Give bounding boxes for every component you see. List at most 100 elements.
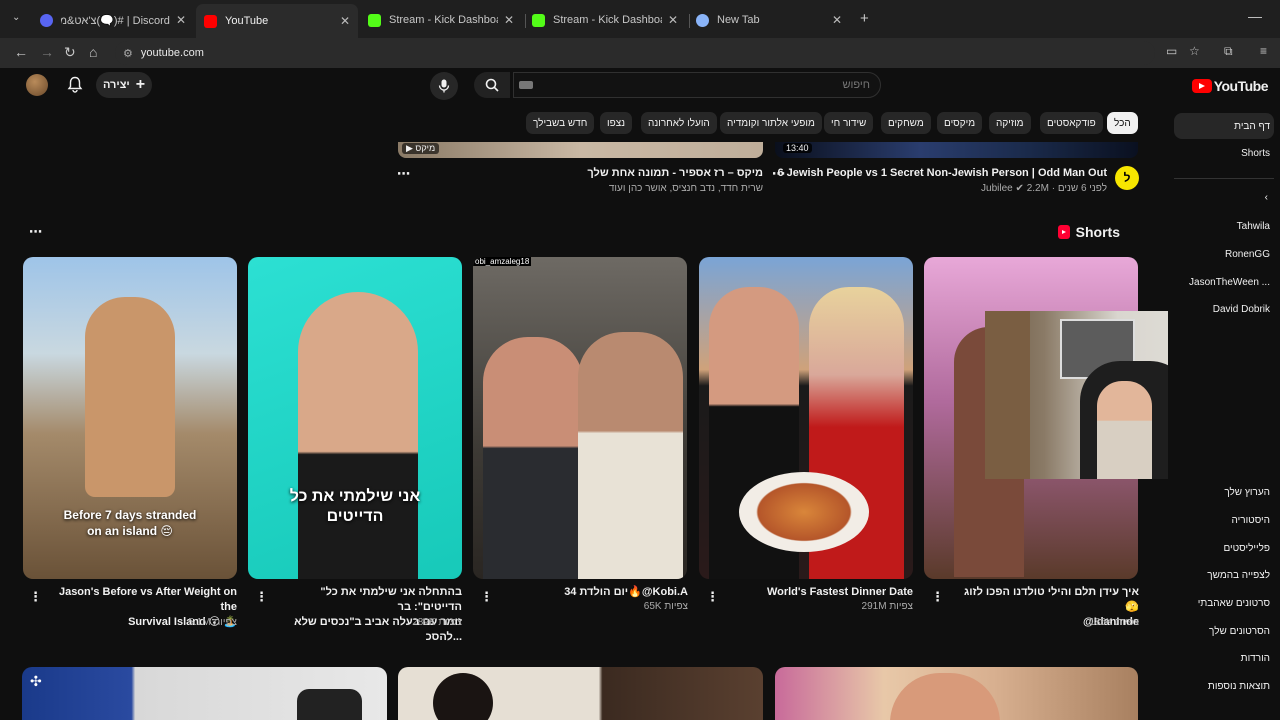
channel-avatar[interactable]: ל [1115,166,1139,190]
new-tab-icon[interactable]: + [860,10,869,27]
chip-gaming[interactable]: משחקים [881,112,931,134]
short-thumbnail-dinner-date[interactable] [699,257,913,579]
chip-new-to-you[interactable]: חדש בשבילך [526,112,595,134]
short-overlay-text: Before 7 days stranded on an island 😔 [63,508,197,538]
chip-label: נצפו [607,117,626,129]
chip-all[interactable]: הכל [1107,112,1138,134]
tab-kick-dashboard-2[interactable]: Stream - Kick Dashboard ✕ [524,8,686,32]
more-options-icon[interactable]: ⋯ [29,224,42,240]
sidebar-item-your-videos[interactable]: הסרטונים שלך [1209,626,1270,637]
chip-label: מוזיקה [996,117,1024,129]
chip-recently-uploaded[interactable]: הועלו לאחרונה [641,112,717,134]
sidebar-sub-ronengg[interactable]: RonenGG [1225,249,1270,260]
more-options-icon[interactable]: ⋯ [772,166,785,182]
sidebar-item-your-channel[interactable]: הערוץ שלך [1224,487,1270,498]
chip-live[interactable]: שידור חי [824,112,874,134]
bookmark-star-icon[interactable]: ☆ [1189,44,1200,58]
voice-search-button[interactable] [430,72,458,100]
sidebar-sub-tahwila[interactable]: Tahwila [1237,221,1270,232]
more-options-icon[interactable]: ⋮ [931,589,944,605]
webcam-door [985,311,1030,479]
mix-badge: ▶ מיקס [402,143,440,154]
chip-label: חדש בשבילך [533,117,588,129]
video-title[interactable]: מיקס – רז אספיר - תמונה אחת שלך [587,167,763,179]
keyboard-icon[interactable] [519,81,533,89]
chip-music[interactable]: מוזיקה [989,112,1031,134]
chip-podcasts[interactable]: פודקאסטים [1040,112,1103,134]
mix-badge-label: מיקס [415,143,436,153]
sidebar-sub-david-dobrik[interactable]: David Dobrik [1213,304,1270,315]
address-bar[interactable]: ⚙ youtube.com [115,41,1155,65]
search-box[interactable] [513,72,881,98]
video-title[interactable]: 6 Jewish People vs 1 Secret Non-Jewish P… [777,167,1107,179]
close-icon[interactable]: ✕ [504,13,514,27]
more-options-icon[interactable]: ⋯ [397,166,410,182]
close-icon[interactable]: ✕ [668,13,678,27]
more-options-icon[interactable]: ⋮ [29,589,42,605]
tab-title: Discord | #⁠(🗨️)צ'אט&מימס [61,14,170,27]
tab-youtube[interactable]: YouTube ✕ [196,4,358,38]
tab-title: New Tab [717,14,760,26]
reload-icon[interactable]: ↻ [64,44,76,61]
more-options-icon[interactable]: ⋮ [255,589,268,605]
short-thumbnail-bar-zomer[interactable]: אני שילמתי את כל הדייטים [248,257,462,579]
video-thumbnail[interactable] [398,667,763,720]
sidebar-item-home[interactable]: דף הבית [1234,121,1270,132]
kick-icon [368,13,381,27]
youtube-logo-icon [1191,79,1212,93]
video-thumbnail[interactable]: ✣ [22,667,387,720]
sidebar-item-watch-later[interactable]: לצפייה בהמשך [1207,570,1270,581]
notifications-button[interactable] [67,76,83,96]
sidebar-item-shorts[interactable]: Shorts [1241,148,1270,159]
video-meta: שרית חדד, נדב חנציס, אושר כהן ועוד [608,183,763,194]
tab-search-icon[interactable]: ⌄ [12,12,20,23]
back-icon[interactable]: ← [14,44,28,60]
sidebar-item-history[interactable]: היסטוריה [1232,515,1271,526]
chevron-left-icon[interactable]: ‹ [1265,192,1268,203]
youtube-page: YouTube יצירה + הכל פודקאסטים מוזיקה מיק… [0,68,1280,720]
short-title[interactable]: יום הולדת 34🔥@Kobi.A [498,585,688,600]
more-options-icon[interactable]: ⋮ [480,589,493,605]
create-button[interactable]: יצירה + [96,72,152,98]
sidebar-item-downloads[interactable]: הורדות [1241,653,1270,664]
account-avatar[interactable] [26,74,48,96]
close-icon[interactable]: ✕ [832,13,842,27]
sidebar-item-show-more[interactable]: תוצאות נוספות [1208,681,1270,692]
chip-label: מיקסים [944,117,976,129]
menu-icon[interactable]: ≡ [1260,44,1267,58]
search-input[interactable] [514,73,880,97]
search-button[interactable] [474,72,510,98]
short-title[interactable]: "בהתחלה אני שילמתי את כל הדייטים": בר זו… [272,585,462,645]
short-thumbnail-kobi[interactable]: obi_amzaleg18 [473,257,687,579]
tab-new-tab[interactable]: New Tab ✕ [688,8,850,32]
close-icon[interactable]: ✕ [340,14,350,28]
search-icon [485,78,499,92]
more-options-icon[interactable]: ⋮ [706,589,719,605]
close-icon[interactable]: ✕ [176,13,186,27]
forward-icon[interactable]: → [40,44,54,60]
short-thumbnail-jason[interactable]: Before 7 days stranded on an island 😔 [23,257,237,579]
short-handle: obi_amzaleg18 [473,257,532,266]
tab-discord[interactable]: Discord | #⁠(🗨️)צ'אט&מימס ✕ [32,8,194,32]
video-thumbnail[interactable]: 13:40 [775,142,1138,158]
chip-label: הכל [1114,117,1131,129]
site-info-icon[interactable]: ⚙ [123,47,133,60]
chip-mixes[interactable]: מיקסים [937,112,983,134]
chip-watched[interactable]: נצפו [600,112,633,134]
video-thumbnail[interactable]: ▶ מיקס [398,142,763,158]
tab-kick-dashboard-1[interactable]: Stream - Kick Dashboard ✕ [360,8,522,32]
home-icon[interactable]: ⌂ [89,44,97,60]
video-channel[interactable]: Jubilee ✔ 2.2M · לפני 6 שנים [981,183,1107,194]
short-title[interactable]: World's Fastest Dinner Date [723,585,913,600]
short-views: 186K צפיות [1089,617,1139,628]
video-thumbnail[interactable] [775,667,1138,720]
sidebar-sub-jasontheween[interactable]: JasonTheWeen ... [1189,277,1270,288]
sidebar-item-playlists[interactable]: פלייליסטים [1223,543,1270,554]
chip-comedy[interactable]: מופעי אלתור וקומדיה [720,112,822,134]
youtube-logo[interactable]: YouTube [1191,78,1269,94]
plus-icon: + [135,76,146,93]
sidebar-item-liked-videos[interactable]: סרטונים שאהבתי [1198,598,1270,609]
install-app-icon[interactable]: ▭ [1166,44,1177,58]
minimize-icon[interactable]: — [1248,8,1262,24]
extensions-icon[interactable]: ⧉ [1224,44,1233,59]
